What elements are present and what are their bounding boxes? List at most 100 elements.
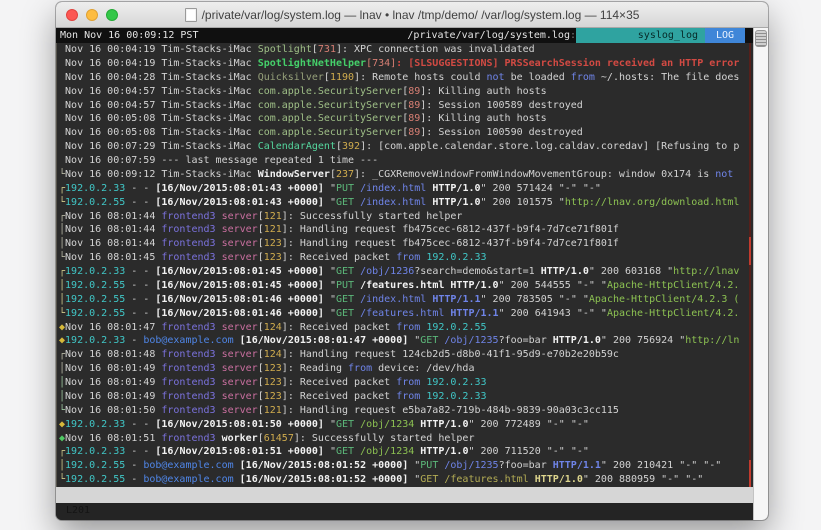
log-segment: ": [408, 460, 420, 471]
log-segment: " 200 772489 "-" "-": [468, 419, 588, 430]
log-segment: Nov 16 00:05:08 Tim-Stacks-iMac: [65, 127, 258, 138]
log-segment: - -: [125, 266, 155, 277]
log-segment: from: [396, 252, 420, 263]
log-segment: ]: Killing auth hosts: [420, 86, 546, 97]
log-segment: HTTP/1.0: [432, 183, 480, 194]
log-segment: 192.0.2.33: [65, 266, 125, 277]
log-segment: /obj/1234: [360, 446, 414, 457]
error-mark: [749, 237, 751, 265]
log-segment: " 200 880959 "-" "-": [583, 474, 703, 485]
log-segment: Nov 16 08:01:47: [65, 322, 161, 333]
log-segment: bob@example.com: [143, 335, 233, 346]
log-segment: [16/Nov/2015:08:01:43 +0000]: [155, 197, 324, 208]
close-button[interactable]: [66, 9, 78, 21]
log-segment: GET: [420, 335, 438, 346]
error-mark: [749, 460, 751, 487]
log-segment: ": [408, 474, 420, 485]
log-segment: from: [396, 377, 420, 388]
log-segment: be loaded: [505, 72, 571, 83]
log-segment: " 200 544555 "-" ": [499, 280, 607, 291]
log-segment: /obj/1235: [444, 335, 498, 346]
log-segment: 89: [408, 127, 420, 138]
log-line-7: Nov 16 00:05:08 Tim-Stacks-iMac com.appl…: [59, 126, 753, 140]
log-segment: /features.html: [444, 474, 528, 485]
log-segment: from: [571, 72, 595, 83]
log-segment: /features.html: [360, 280, 444, 291]
log-segment: HTTP/1.0: [541, 266, 589, 277]
log-segment: Nov 16 08:01:44: [65, 238, 161, 249]
log-segment: GET: [336, 446, 354, 457]
scrollbar-thumb[interactable]: [755, 30, 767, 47]
log-segment: 192.0.2.33: [426, 252, 486, 263]
log-segment: GET: [336, 197, 354, 208]
log-segment: Nov 16 08:01:49: [65, 363, 161, 374]
log-segment: GET: [336, 419, 354, 430]
log-segment: frontend3: [161, 322, 215, 333]
log-segment: ]: XPC connection was invalidated: [336, 44, 535, 55]
log-segment: " 200 756924 ": [601, 335, 685, 346]
log-segment: - -: [125, 197, 155, 208]
log-segment: ~/.hosts: The file does: [595, 72, 740, 83]
log-line-28: ◆192.0.2.33 - - [16/Nov/2015:08:01:50 +0…: [59, 418, 753, 432]
terminal-scrollbar[interactable]: [753, 28, 768, 520]
log-segment: frontend3: [161, 391, 215, 402]
log-line-11: ┌192.0.2.33 - - [16/Nov/2015:08:01:43 +0…: [59, 182, 753, 196]
log-segment: server: [222, 252, 258, 263]
log-segment: " 200 641943 "-" ": [499, 308, 607, 319]
log-segment: ": [324, 197, 336, 208]
log-segment: HTTP/1.1: [450, 308, 498, 319]
current-file-label: /private/var/log/system.log: [407, 28, 570, 43]
log-line-21: ◆Nov 16 08:01:47 frontend3 server[124]: …: [59, 321, 753, 335]
log-line-18: │192.0.2.55 - - [16/Nov/2015:08:01:45 +0…: [59, 279, 753, 293]
log-segment: Nov 16 00:04:57 Tim-Stacks-iMac: [65, 100, 258, 111]
window-titlebar[interactable]: /private/var/log/system.log — lnav • lna…: [56, 2, 768, 28]
log-line-22: ◆192.0.2.33 - bob@example.com [16/Nov/20…: [59, 334, 753, 348]
log-segment: from: [348, 363, 372, 374]
log-segment: worker: [222, 433, 258, 444]
log-segment: ": [324, 419, 336, 430]
lnav-bottom-status-bar: L201 55% 0 hits ?:View Help: [56, 487, 753, 503]
log-segment: ]: Handling request 124cb2d5-d8b0-41f1-9…: [282, 349, 619, 360]
log-line-13: ┌Nov 16 08:01:44 frontend3 server[121]: …: [59, 210, 753, 224]
log-line-20: └192.0.2.55 - - [16/Nov/2015:08:01:46 +0…: [59, 307, 753, 321]
log-line-25: │Nov 16 08:01:49 frontend3 server[123]: …: [59, 376, 753, 390]
log-segment: from: [396, 391, 420, 402]
log-line-16: └Nov 16 08:01:45 frontend3 server[123]: …: [59, 251, 753, 265]
log-segment: server: [222, 391, 258, 402]
log-line-19: │192.0.2.55 - - [16/Nov/2015:08:01:46 +0…: [59, 293, 753, 307]
log-segment: Nov 16 08:01:50: [65, 405, 161, 416]
log-segment: device: /dev/hda: [372, 363, 474, 374]
log-segment: Apache-HttpClient/4.2.3 (: [589, 294, 740, 305]
zoom-button[interactable]: [106, 9, 118, 21]
log-line-14: │Nov 16 08:01:44 frontend3 server[121]: …: [59, 223, 753, 237]
log-segment: 192.0.2.55: [65, 474, 125, 485]
log-segment: Nov 16 00:04:19 Tim-Stacks-iMac: [65, 58, 258, 69]
log-segment: 192.0.2.33: [426, 391, 486, 402]
log-segment: server: [222, 322, 258, 333]
log-segment: Nov 16 08:01:44: [65, 211, 161, 222]
log-segment: - -: [125, 308, 155, 319]
log-segment: server: [222, 224, 258, 235]
log-segment: [16/Nov/2015:08:01:52 +0000]: [240, 460, 409, 471]
log-segment: Apache-HttpClient/4.2.: [607, 280, 739, 291]
log-segment: 192.0.2.33: [65, 183, 125, 194]
log-segment: " 200 603168 ": [589, 266, 673, 277]
log-segment: PUT: [336, 183, 354, 194]
log-segment: ]: Received packet: [282, 322, 396, 333]
log-segment: 123: [264, 252, 282, 263]
minimize-button[interactable]: [86, 9, 98, 21]
log-segment: /features.html: [360, 308, 444, 319]
log-segment: 192.0.2.55: [426, 322, 486, 333]
log-segment: 121: [264, 224, 282, 235]
log-segment: HTTP/1.1: [432, 294, 480, 305]
log-segment: ]: Successfully started helper: [294, 433, 475, 444]
terminal-window: /private/var/log/system.log — lnav • lna…: [56, 2, 768, 520]
log-segment: 123: [264, 238, 282, 249]
log-segment: 121: [264, 211, 282, 222]
log-segment: [16/Nov/2015:08:01:46 +0000]: [155, 294, 324, 305]
log-segment: 192.0.2.33: [65, 419, 125, 430]
log-segment: ": [324, 183, 336, 194]
log-segment: Nov 16 08:01:45: [65, 252, 161, 263]
log-segment: HTTP/1.0: [535, 474, 583, 485]
log-segment: - -: [125, 183, 155, 194]
